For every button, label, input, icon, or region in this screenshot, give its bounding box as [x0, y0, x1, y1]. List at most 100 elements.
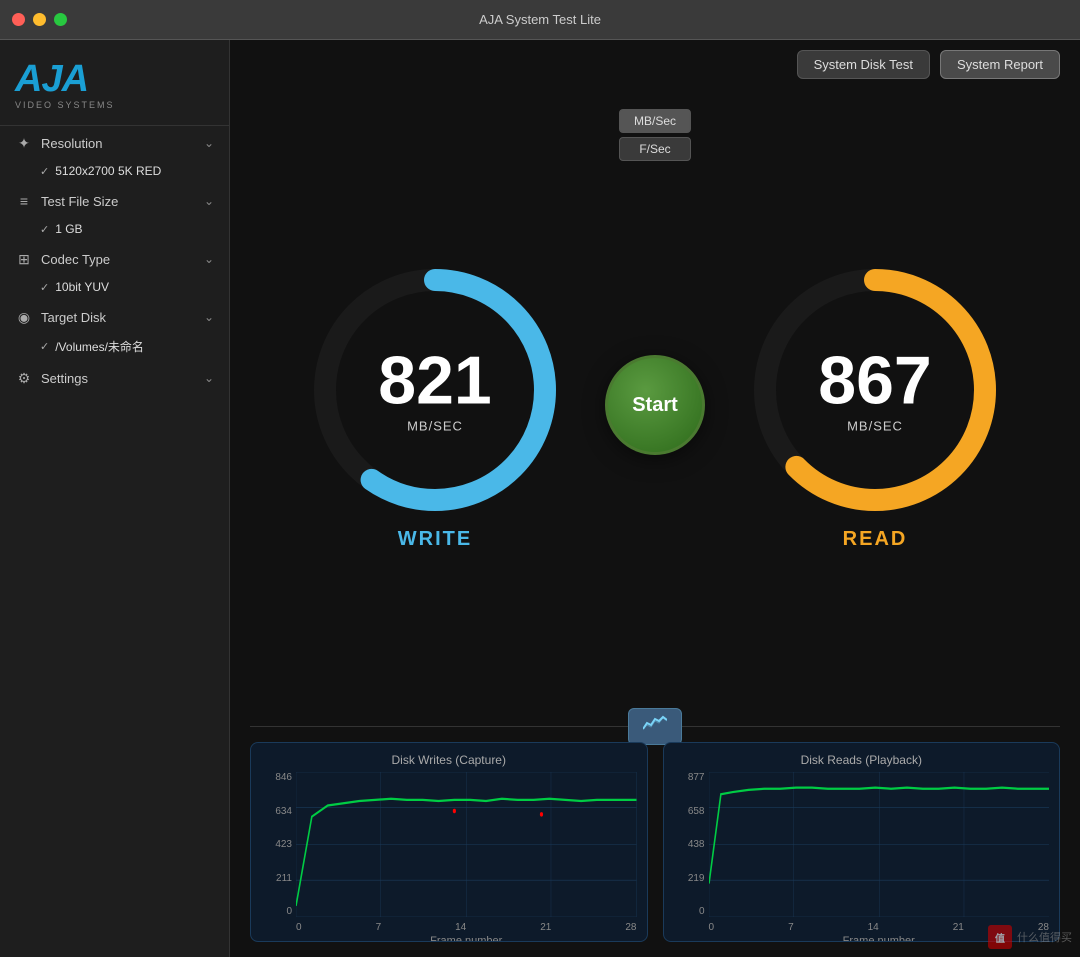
- write-gauge-container: 821 MB/SEC WRITE: [305, 260, 565, 551]
- sidebar-item-codec-type[interactable]: ⊞ Codec Type ⌄: [0, 242, 229, 276]
- write-y-label-2: 423: [275, 839, 292, 850]
- resolution-value: 5120x2700 5K RED: [55, 164, 161, 178]
- settings-label: Settings: [41, 371, 88, 386]
- write-chart-box: Disk Writes (Capture) 846 634 423 211 0: [250, 742, 648, 942]
- read-chart-inner: 877 658 438 219 0: [674, 772, 1050, 937]
- divider-line-right: [675, 726, 1060, 727]
- read-unit: MB/SEC: [818, 418, 931, 433]
- chart-icon: [643, 715, 667, 738]
- test-file-size-value: 1 GB: [55, 222, 82, 236]
- test-file-size-check: ✓: [40, 223, 49, 236]
- watermark: 值 什么值得买: [988, 925, 1072, 949]
- write-unit: MB/SEC: [378, 418, 491, 433]
- read-gauge-container: 867 MB/SEC READ: [745, 260, 1005, 551]
- sidebar-item-test-file-size[interactable]: ≡ Test File Size ⌄: [0, 184, 229, 218]
- target-disk-value-row: ✓ /Volumes/未命名: [0, 334, 229, 361]
- close-button[interactable]: [12, 13, 25, 26]
- divider-area: [230, 721, 1080, 732]
- sidebar-item-settings[interactable]: ⚙ Settings ⌄: [0, 361, 229, 395]
- write-x-1: 7: [376, 922, 382, 933]
- target-disk-icon: ◉: [15, 308, 33, 326]
- read-x-2: 14: [868, 922, 879, 933]
- read-gauge-svg-wrapper: 867 MB/SEC: [745, 260, 1005, 520]
- chart-toggle-button[interactable]: [628, 708, 682, 745]
- write-x-4: 28: [625, 922, 636, 933]
- resolution-chevron: ⌄: [204, 136, 214, 150]
- sidebar-item-resolution[interactable]: ✦ Resolution ⌄: [0, 126, 229, 160]
- app-title: AJA System Test Lite: [479, 12, 601, 27]
- divider-line-left: [250, 726, 635, 727]
- settings-chevron: ⌄: [204, 371, 214, 385]
- write-gauge-svg-wrapper: 821 MB/SEC: [305, 260, 565, 520]
- test-file-size-icon: ≡: [15, 192, 33, 210]
- aja-logo-text: AJA: [15, 60, 88, 98]
- main-content: System Disk Test System Report MB/Sec F/…: [230, 40, 1080, 957]
- start-button-wrapper: Start: [605, 355, 705, 455]
- read-y-label-0: 877: [688, 772, 705, 783]
- test-file-size-value-row: ✓ 1 GB: [0, 218, 229, 242]
- write-chart-area: 0 7 14 21 28 Frame number: [296, 772, 637, 937]
- titlebar: AJA System Test Lite: [0, 0, 1080, 40]
- read-y-label-3: 219: [688, 873, 705, 884]
- write-y-label-3: 211: [276, 873, 292, 884]
- read-y-label-4: 0: [699, 906, 705, 917]
- codec-type-value-row: ✓ 10bit YUV: [0, 276, 229, 300]
- write-x-0: 0: [296, 922, 302, 933]
- read-y-label-2: 438: [688, 839, 705, 850]
- write-y-label-1: 634: [275, 806, 292, 817]
- read-y-label-1: 658: [688, 806, 705, 817]
- target-disk-value: /Volumes/未命名: [55, 338, 144, 355]
- sidebar: AJA VIDEO SYSTEMS ✦ Resolution ⌄ ✓ 5120x…: [0, 40, 230, 957]
- read-chart-box: Disk Reads (Playback) 877 658 438 219 0: [663, 742, 1061, 942]
- watermark-icon: 值: [988, 925, 1012, 949]
- write-x-title: Frame number: [296, 935, 637, 942]
- write-y-label-0: 846: [275, 772, 292, 783]
- watermark-text: 什么值得买: [1017, 929, 1072, 945]
- resolution-icon: ✦: [15, 134, 33, 152]
- resolution-label: Resolution: [41, 136, 102, 151]
- write-chart-svg: [296, 772, 637, 917]
- settings-icon: ⚙: [15, 369, 33, 387]
- f-sec-button[interactable]: F/Sec: [619, 137, 691, 161]
- target-disk-chevron: ⌄: [204, 310, 214, 324]
- charts-area: Disk Writes (Capture) 846 634 423 211 0: [230, 732, 1080, 957]
- aja-logo-sub: VIDEO SYSTEMS: [15, 100, 115, 110]
- read-y-axis: 877 658 438 219 0: [674, 772, 709, 937]
- read-x-0: 0: [709, 922, 715, 933]
- test-file-size-label: Test File Size: [41, 194, 118, 209]
- read-x-1: 7: [788, 922, 794, 933]
- target-disk-label: Target Disk: [41, 310, 106, 325]
- maximize-button[interactable]: [54, 13, 67, 26]
- read-gauge-center: 867 MB/SEC: [818, 346, 931, 433]
- codec-type-check: ✓: [40, 281, 49, 294]
- top-bar: System Disk Test System Report: [230, 40, 1080, 89]
- codec-type-value: 10bit YUV: [55, 280, 109, 294]
- read-chart-title: Disk Reads (Playback): [674, 753, 1050, 767]
- read-label: READ: [843, 528, 908, 551]
- codec-type-chevron: ⌄: [204, 252, 214, 266]
- resolution-value-row: ✓ 5120x2700 5K RED: [0, 160, 229, 184]
- target-disk-check: ✓: [40, 340, 49, 353]
- read-value: 867: [818, 346, 931, 414]
- codec-type-label: Codec Type: [41, 252, 110, 267]
- write-y-label-4: 0: [286, 906, 292, 917]
- write-x-labels: 0 7 14 21 28: [296, 922, 637, 933]
- write-x-2: 14: [455, 922, 466, 933]
- read-chart-svg: [709, 772, 1050, 917]
- mb-sec-button[interactable]: MB/Sec: [619, 109, 691, 133]
- app-body: AJA VIDEO SYSTEMS ✦ Resolution ⌄ ✓ 5120x…: [0, 40, 1080, 957]
- start-button[interactable]: Start: [605, 355, 705, 455]
- sidebar-item-target-disk[interactable]: ◉ Target Disk ⌄: [0, 300, 229, 334]
- test-file-size-chevron: ⌄: [204, 194, 214, 208]
- resolution-check: ✓: [40, 165, 49, 178]
- minimize-button[interactable]: [33, 13, 46, 26]
- write-x-3: 21: [540, 922, 551, 933]
- unit-selector: MB/Sec F/Sec: [619, 109, 691, 161]
- write-chart-title: Disk Writes (Capture): [261, 753, 637, 767]
- logo-area: AJA VIDEO SYSTEMS: [0, 50, 229, 126]
- window-controls: [12, 13, 67, 26]
- system-disk-test-button[interactable]: System Disk Test: [797, 50, 930, 79]
- read-chart-area: 0 7 14 21 28 Frame number: [709, 772, 1050, 937]
- aja-logo: AJA VIDEO SYSTEMS: [15, 60, 214, 110]
- system-report-button[interactable]: System Report: [940, 50, 1060, 79]
